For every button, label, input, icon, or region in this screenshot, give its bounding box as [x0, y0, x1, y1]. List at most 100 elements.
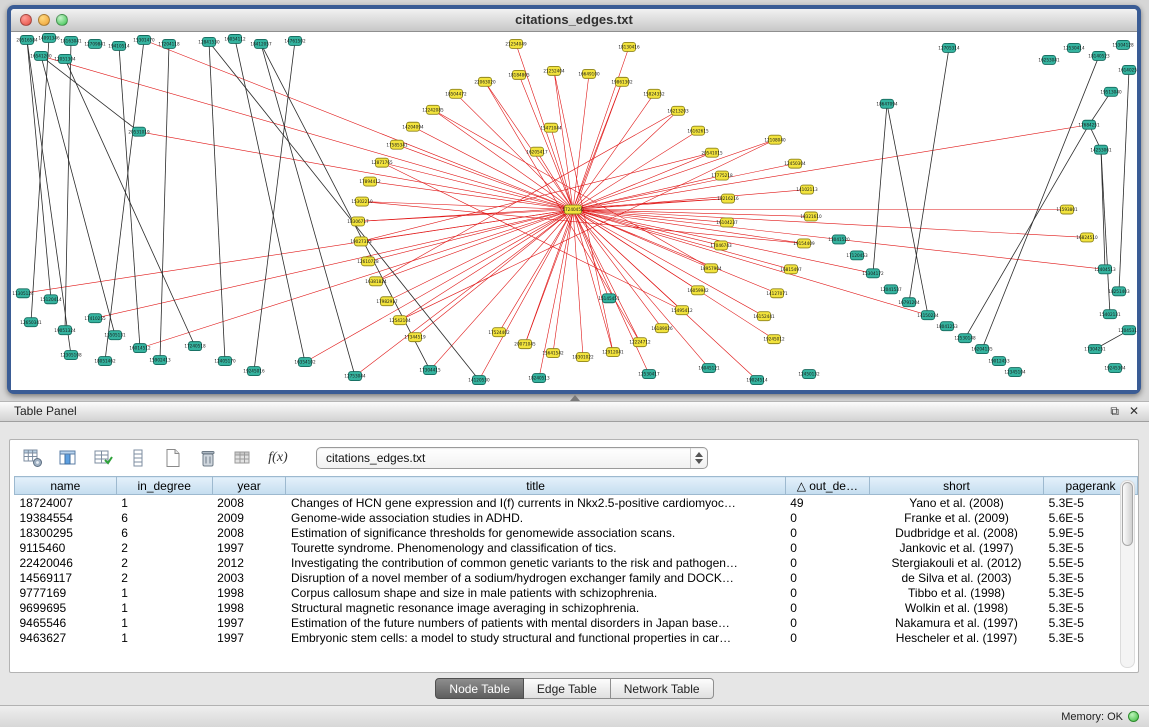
graph-edge[interactable] — [982, 56, 1099, 349]
graph-node[interactable]: 19051324 — [54, 326, 76, 335]
graph-edge[interactable] — [23, 210, 573, 294]
graph-node[interactable]: 12650341 — [20, 318, 42, 327]
graph-node[interactable]: 16791204 — [898, 298, 920, 307]
float-panel-icon[interactable]: ⧉ — [1110, 402, 1119, 421]
network-window-titlebar[interactable]: citations_edges.txt — [11, 9, 1137, 32]
graph-node[interactable]: 17684251 — [1078, 120, 1100, 129]
graph-node[interactable]: 17894412 — [359, 177, 381, 186]
graph-edge[interactable] — [41, 56, 139, 132]
graph-node[interactable]: 16649100 — [578, 69, 600, 78]
graph-node[interactable]: 16541200 — [30, 51, 52, 60]
graph-node[interactable]: 18140523 — [1088, 51, 1110, 60]
zoom-window-button[interactable] — [56, 14, 68, 26]
table-row[interactable]: 1830029562008Estimation of significance … — [15, 525, 1138, 540]
graph-node[interactable]: 18647094 — [876, 99, 898, 108]
graph-edge[interactable] — [41, 56, 115, 335]
table-selector-combobox[interactable]: citations_edges.txt — [316, 447, 708, 469]
graph-edge[interactable] — [553, 210, 573, 354]
graph-node[interactable]: 17240450 — [562, 205, 584, 214]
graph-node[interactable]: 14253061 — [1090, 145, 1112, 154]
row-options-icon[interactable] — [125, 445, 151, 471]
graph-edge[interactable] — [573, 210, 811, 217]
graph-edge[interactable] — [261, 44, 355, 376]
column-header-name[interactable]: name — [15, 477, 117, 495]
graph-node[interactable]: 17775218 — [711, 171, 733, 180]
network-canvas-svg[interactable]: 1724045018504472122420851420409417585341… — [11, 32, 1137, 390]
graph-node[interactable]: 18504472 — [445, 89, 467, 98]
graph-node[interactable]: 16354102 — [294, 358, 316, 367]
graph-node[interactable]: 17046743 — [710, 241, 732, 250]
graph-node[interactable]: 12709841 — [84, 39, 106, 48]
graph-node[interactable]: 15824352 — [643, 89, 665, 98]
graph-node[interactable]: 16189026 — [651, 324, 673, 333]
graph-node[interactable]: 16104237 — [716, 218, 738, 227]
graph-node[interactable]: 18301022 — [572, 353, 594, 362]
graph-node[interactable]: 19024514 — [746, 376, 768, 385]
graph-node[interactable]: 17304251 — [1084, 345, 1106, 354]
graph-node[interactable]: 12753044 — [344, 372, 366, 381]
graph-node[interactable]: 15902413 — [149, 356, 171, 365]
table-row[interactable]: 1938455462009Genome-wide association stu… — [15, 510, 1138, 525]
graph-edge[interactable] — [209, 42, 225, 361]
graph-edge[interactable] — [573, 140, 775, 210]
table-row[interactable]: 977716911998Corpus callosum shape and si… — [15, 585, 1138, 600]
graph-node[interactable]: 12450132 — [798, 370, 820, 379]
table-options-icon[interactable] — [20, 445, 46, 471]
graph-node[interactable]: 12405170 — [214, 357, 236, 366]
graph-edge[interactable] — [65, 41, 71, 330]
graph-node[interactable]: 21254049 — [505, 39, 527, 48]
graph-node[interactable]: 12345104 — [1004, 368, 1026, 377]
graph-edge[interactable] — [573, 190, 807, 210]
graph-node[interactable]: 19410514 — [108, 41, 130, 50]
import-table-icon[interactable] — [230, 445, 256, 471]
graph-edge[interactable] — [909, 48, 949, 302]
graph-node[interactable]: 19012453 — [988, 357, 1010, 366]
graph-node[interactable]: 12530417 — [638, 370, 660, 379]
graph-node[interactable]: 16162615 — [687, 126, 709, 135]
graph-node[interactable]: 17344519 — [404, 333, 426, 342]
graph-node[interactable]: 12051304 — [54, 54, 76, 63]
graph-edge[interactable] — [551, 128, 573, 210]
graph-node[interactable]: 12305108 — [60, 351, 82, 360]
minimize-window-button[interactable] — [38, 14, 50, 26]
graph-node[interactable]: 21252404 — [543, 66, 565, 75]
graph-node[interactable]: 12242085 — [422, 105, 444, 114]
graph-node[interactable]: 19861302 — [611, 77, 633, 86]
graph-node[interactable]: 12610728 — [357, 257, 379, 266]
graph-node[interactable]: 18184805 — [508, 70, 530, 79]
graph-node[interactable]: 11593801 — [1056, 205, 1078, 214]
graph-node[interactable]: 17524402 — [488, 328, 510, 337]
graph-node[interactable]: 15471044 — [540, 123, 562, 132]
graph-node[interactable]: 15120414 — [40, 295, 62, 304]
graph-edge[interactable] — [376, 210, 573, 282]
graph-node[interactable]: 14127071 — [766, 289, 788, 298]
graph-node[interactable]: 16253041 — [1038, 55, 1060, 64]
graph-node[interactable]: 15145451 — [598, 294, 620, 303]
graph-edge[interactable] — [519, 75, 573, 210]
graph-node[interactable]: 12108040 — [764, 135, 786, 144]
table-row[interactable]: 946554611997Estimation of the future num… — [15, 615, 1138, 630]
graph-node[interactable]: 16054112 — [224, 34, 246, 43]
close-window-button[interactable] — [20, 14, 32, 26]
table-row[interactable]: 2242004622012Investigating the contribut… — [15, 555, 1138, 570]
graph-node[interactable]: 12450304 — [784, 159, 806, 168]
graph-node[interactable]: 17410255 — [84, 314, 106, 323]
graph-node[interactable]: 11305124 — [12, 289, 34, 298]
function-builder-icon[interactable]: f(x) — [265, 445, 291, 471]
graph-node[interactable]: 12705314 — [938, 43, 960, 52]
graph-edge[interactable] — [965, 125, 1089, 338]
graph-edge[interactable] — [400, 210, 573, 321]
graph-node[interactable]: 12841530 — [198, 37, 220, 46]
graph-node[interactable]: 19245304 — [1104, 364, 1126, 373]
table-row[interactable]: 1456911722003Disruption of a novel membe… — [15, 570, 1138, 585]
graph-edge[interactable] — [573, 210, 662, 329]
graph-node[interactable]: 19513040 — [1100, 87, 1122, 96]
graph-node[interactable]: 15495412 — [671, 306, 693, 315]
graph-node[interactable]: 17304415 — [419, 366, 441, 375]
graph-edge[interactable] — [1119, 70, 1129, 291]
graph-node[interactable]: 12041537 — [880, 285, 902, 294]
graph-edge[interactable] — [382, 163, 682, 311]
graph-node[interactable]: 18041253 — [936, 322, 958, 331]
table-row[interactable]: 969969511998Structural magnetic resonanc… — [15, 600, 1138, 615]
graph-node[interactable]: 12530148 — [954, 334, 976, 343]
